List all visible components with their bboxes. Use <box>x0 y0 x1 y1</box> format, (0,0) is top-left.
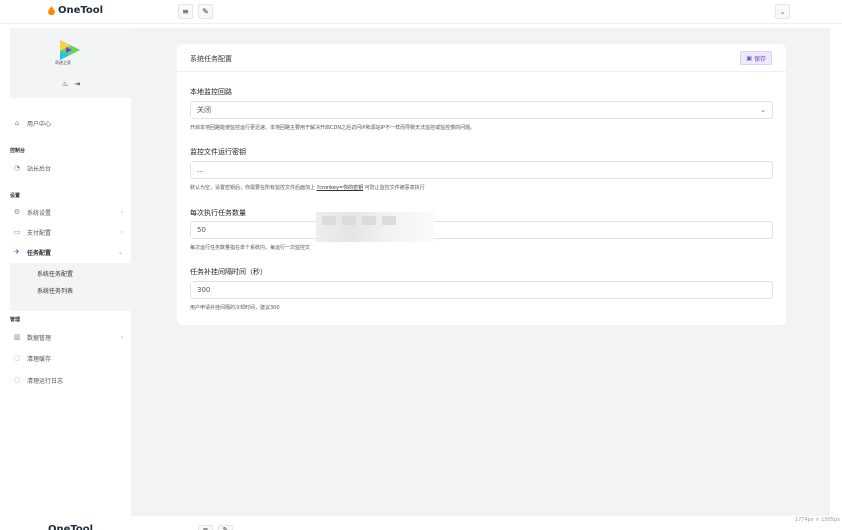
help-cron-key: 默认为空，设置密钥后，你需要在所有监控文件后面加上 ?cronkey=你的密钥 … <box>190 184 425 191</box>
dashboard-icon: ◔ <box>13 164 21 172</box>
help-local-loop: 开启本地回路能使监控运行更迅速。本地回路主要用于解决开启CDN之后访问IP和源站… <box>190 125 476 131</box>
field-label-cron-key: 监控文件运行密钥 <box>190 148 246 156</box>
save-button[interactable]: ▣ 保存 <box>740 51 772 65</box>
site-logo-icon <box>60 40 80 60</box>
task-icon: ✈ <box>14 248 20 256</box>
save-label: 保存 <box>753 55 766 63</box>
logout-icon[interactable]: ⇥ <box>74 80 80 88</box>
card-title: 系统任务配置 <box>190 55 232 63</box>
fire-icon[interactable]: ♨ <box>62 80 68 88</box>
retry-interval-input[interactable]: 300 <box>190 281 773 299</box>
sidebar-item-user-center[interactable]: ⌂ 用户中心 <box>10 114 131 132</box>
sidebar-item-label: 站长后台 <box>27 165 52 173</box>
brush-icon: ✎ <box>202 7 209 16</box>
next-screenshot-edge: OneTool ≡ ✎ <box>0 516 842 530</box>
sidebar-item-system-settings[interactable]: ⚙ 系统设置 ‹ <box>10 203 131 221</box>
sidebar: 奇迹之家 ♨ ⇥ ⌂ 用户中心 控制台 ◔ 站长后台 设置 ⚙ 系统设置 ‹ ▭… <box>10 28 131 516</box>
dimensions-label: 1774px × 1305px <box>794 517 840 523</box>
top-bar: OneTool ≡ ✎ ⌄ <box>0 0 842 24</box>
sidebar-item-label: 数据管理 <box>27 334 52 342</box>
config-card: 系统任务配置 ▣ 保存 本地监控回路 关闭 ⌄ 开启本地回路能使监控运行更迅速。… <box>177 44 786 325</box>
section-console: 控制台 <box>10 148 26 154</box>
submenu-item-system-task-list[interactable]: 系统任务列表 <box>37 286 73 295</box>
user-dropdown-button[interactable]: ⌄ <box>775 4 790 19</box>
task-config-submenu: 系统任务配置 系统任务列表 <box>10 263 131 311</box>
cron-key-input[interactable]: ... <box>190 161 773 179</box>
sidebar-item-payment[interactable]: ▭ 支付配置 ‹ <box>10 223 131 241</box>
logo-caption: 奇迹之家 <box>55 60 71 65</box>
chevron-left-icon: ‹ <box>120 228 123 236</box>
cronkey-link[interactable]: ?cronkey=你的密钥 <box>317 185 364 191</box>
section-manage: 管理 <box>10 317 21 323</box>
sidebar-item-label: 支付配置 <box>27 229 52 237</box>
sidebar-item-clear-cache[interactable]: ◌ 清理缓存 <box>10 349 131 367</box>
chevron-down-icon: ⌄ <box>760 106 766 114</box>
sidebar-item-data-manage[interactable]: ▥ 数据管理 ‹ <box>10 328 131 346</box>
help-cron-key-prefix: 默认为空，设置密钥后，你需要在所有监控文件后面加上 <box>190 185 317 191</box>
main-content: 系统任务配置 ▣ 保存 本地监控回路 关闭 ⌄ 开启本地回路能使监控运行更迅速。… <box>131 28 830 516</box>
menu-toggle-button-duplicate: ≡ <box>198 525 213 530</box>
task-count-input[interactable]: 50 <box>190 221 773 239</box>
help-task-count: 每次运行任务数量指在单个系统内，每运行一次监控文 <box>190 245 311 251</box>
help-retry-interval: 用户申请补挂间隔的冷却时间，建议300 <box>190 305 280 311</box>
local-loop-select[interactable]: 关闭 ⌄ <box>190 101 773 119</box>
field-label-task-count: 每次执行任务数量 <box>190 209 246 217</box>
help-cron-key-suffix: 可防止监控文件被恶意执行 <box>363 185 425 191</box>
chevron-down-icon: ⌄ <box>117 248 123 256</box>
chevron-left-icon: ‹ <box>120 333 123 341</box>
sidebar-item-label: 任务配置 <box>27 249 52 257</box>
menu-toggle-button[interactable]: ≡ <box>178 4 193 19</box>
brush-button-duplicate: ✎ <box>218 525 233 530</box>
sidebar-item-clear-logs[interactable]: ◌ 清理运行日志 <box>10 371 131 389</box>
sidebar-item-label: 用户中心 <box>27 120 52 128</box>
submenu-item-system-task-config[interactable]: 系统任务配置 <box>37 269 73 278</box>
brand[interactable]: OneTool <box>48 5 103 16</box>
refresh-icon: ◌ <box>13 376 21 384</box>
sidebar-item-label: 系统设置 <box>27 209 52 217</box>
redaction-blur <box>316 212 434 242</box>
menu-icon: ≡ <box>182 7 189 16</box>
gear-icon: ⚙ <box>13 208 21 216</box>
theme-brush-button[interactable]: ✎ <box>198 4 213 19</box>
brand-duplicate: OneTool <box>48 524 94 530</box>
brand-name: OneTool <box>58 5 104 16</box>
sidebar-item-label: 清理缓存 <box>27 355 52 363</box>
sidebar-item-label: 清理运行日志 <box>27 377 64 385</box>
field-label-retry-interval: 任务补挂间隔时间（秒） <box>190 268 267 276</box>
save-icon: ▣ <box>746 54 752 62</box>
section-settings: 设置 <box>10 193 21 199</box>
local-loop-value: 关闭 <box>197 106 211 114</box>
menu-icon: ≡ <box>202 526 209 530</box>
sidebar-item-task-config[interactable]: ✈ 任务配置 ⌄ <box>10 243 131 261</box>
sidebar-profile: 奇迹之家 ♨ ⇥ <box>10 28 131 98</box>
refresh-icon: ◌ <box>13 354 21 362</box>
chevron-left-icon: ‹ <box>120 208 123 216</box>
card-icon: ▭ <box>13 228 21 236</box>
chart-icon: ▥ <box>13 333 21 341</box>
brush-icon: ✎ <box>222 526 229 530</box>
task-count-value: 50 <box>197 226 206 234</box>
sidebar-item-admin[interactable]: ◔ 站长后台 <box>10 159 131 177</box>
field-label-local-loop: 本地监控回路 <box>190 88 232 96</box>
profile-actions: ♨ ⇥ <box>62 80 80 88</box>
user-icon: ⌂ <box>14 119 20 127</box>
card-header: 系统任务配置 ▣ 保存 <box>177 44 786 72</box>
brand-drop-icon <box>48 6 55 15</box>
cron-key-value: ... <box>197 166 204 174</box>
chevron-down-icon: ⌄ <box>779 7 786 16</box>
retry-interval-value: 300 <box>197 286 211 294</box>
